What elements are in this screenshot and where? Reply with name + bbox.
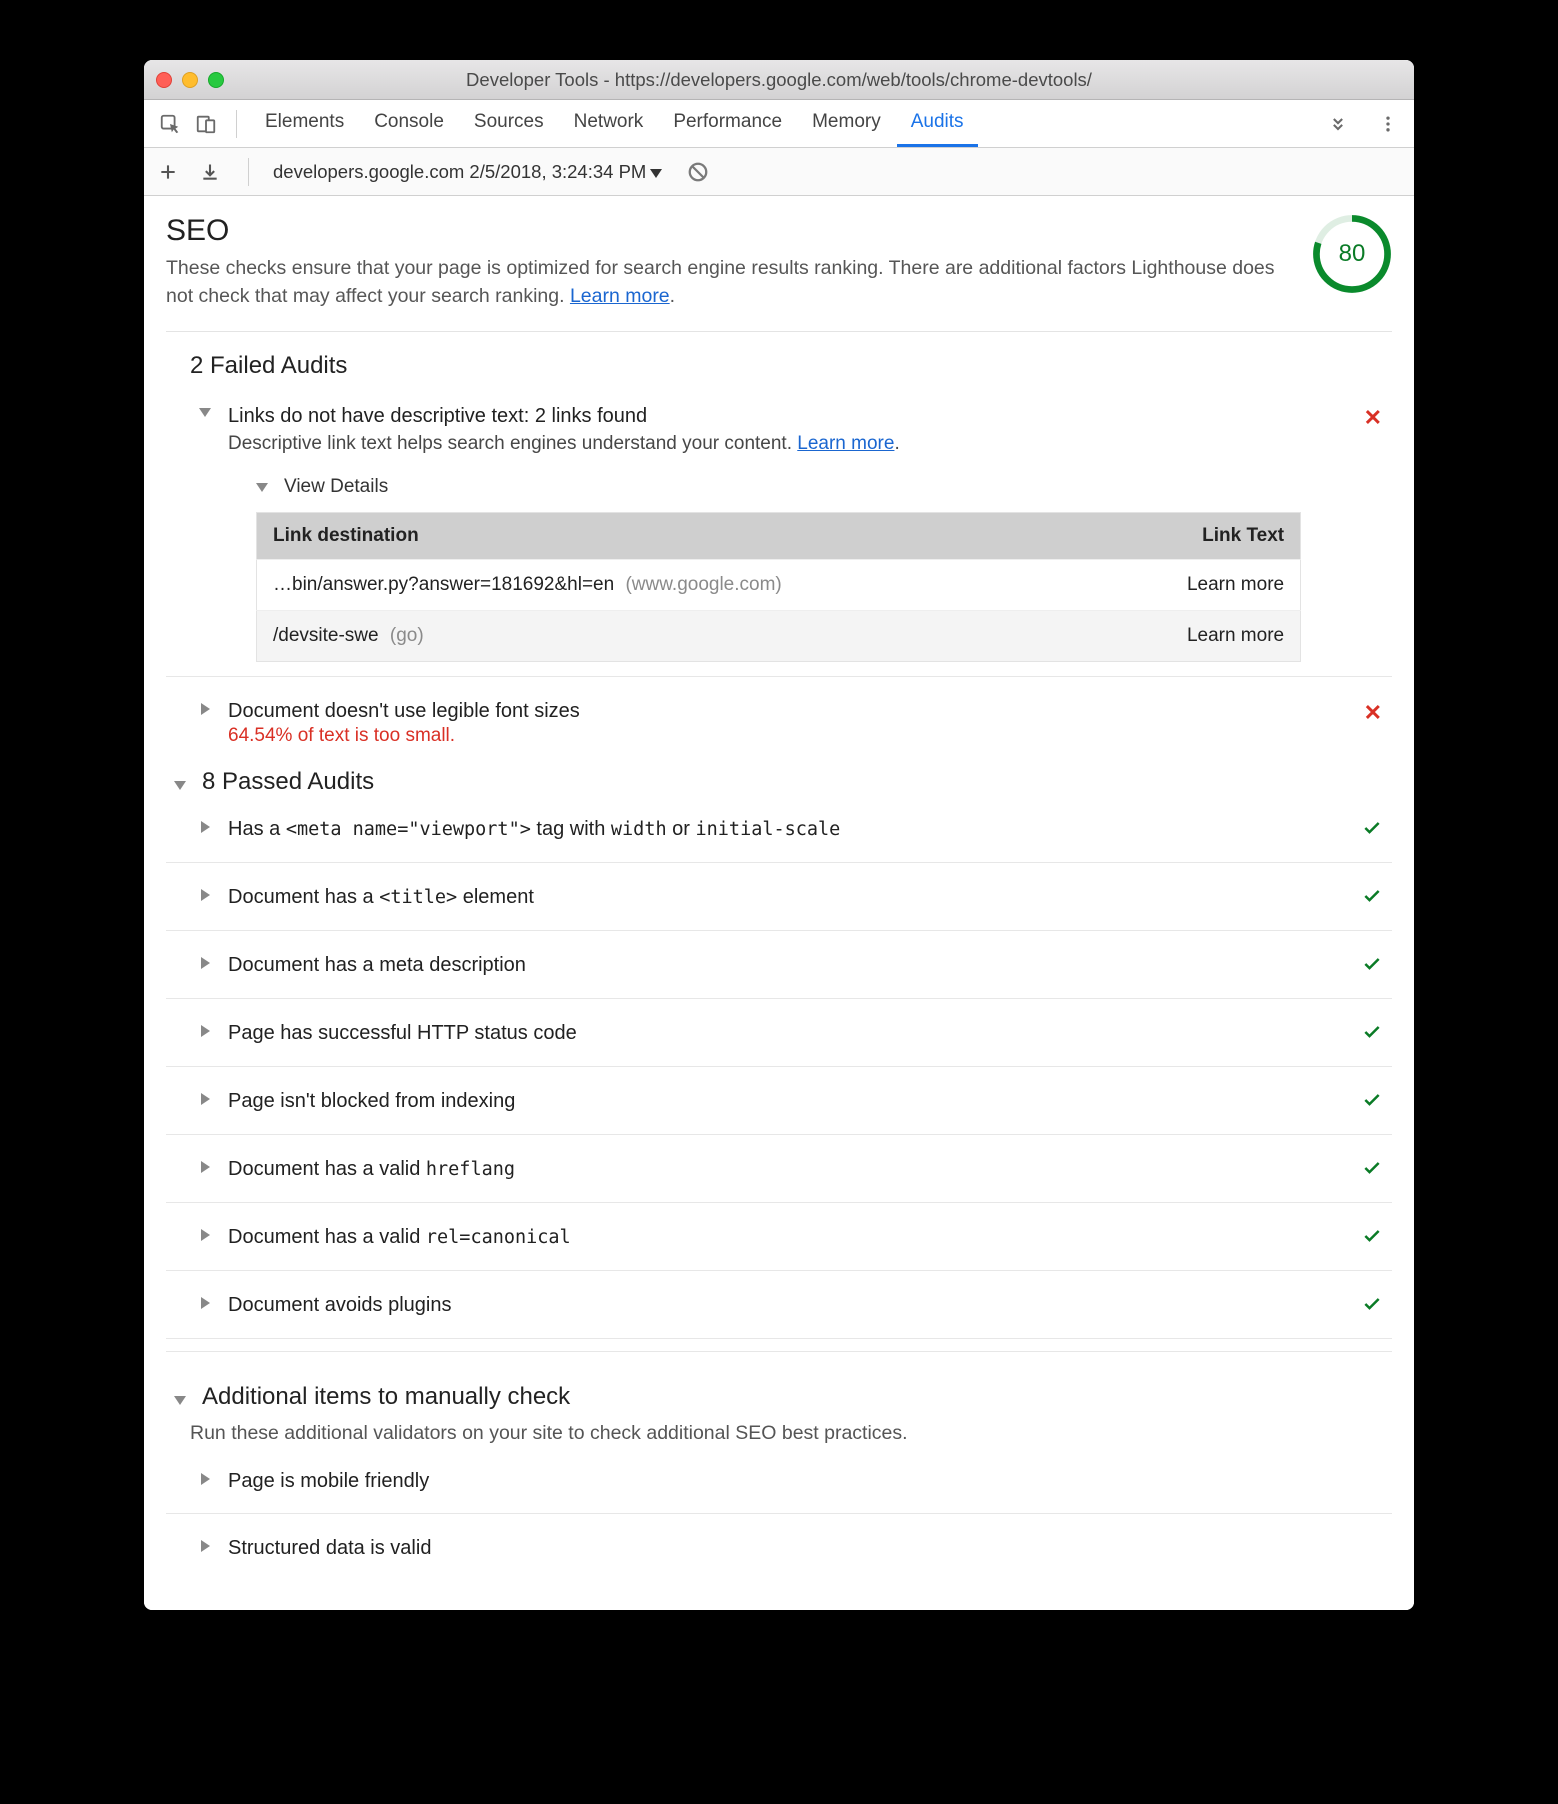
audit-title: Document has a valid hreflang (228, 1155, 1340, 1183)
audit-details-table: Link destination Link Text …bin/answer.p… (256, 512, 1301, 662)
audit-title: Document has a valid rel=canonical (228, 1223, 1340, 1251)
audit-title: Document doesn't use legible font sizes (228, 697, 1340, 725)
disclosure-toggle[interactable] (202, 1467, 216, 1485)
divider (248, 158, 249, 186)
tab-performance[interactable]: Performance (659, 101, 796, 147)
tab-memory[interactable]: Memory (798, 101, 895, 147)
disclosure-toggle[interactable] (202, 697, 216, 715)
pass-icon (1362, 957, 1382, 979)
fail-icon: ✕ (1364, 700, 1382, 725)
disclosure-toggle[interactable] (202, 951, 216, 969)
disclosure-toggle[interactable] (174, 1384, 194, 1412)
disclosure-toggle[interactable] (202, 815, 216, 833)
audit-title: Has a <meta name="viewport"> tag with wi… (228, 815, 1340, 843)
device-toolbar-icon[interactable] (190, 108, 222, 140)
disclosure-toggle[interactable] (202, 1155, 216, 1173)
manual-checks-description: Run these additional validators on your … (190, 1422, 1392, 1445)
pass-icon (1362, 821, 1382, 843)
pass-icon (1362, 1093, 1382, 1115)
manual-checks-heading: Additional items to manually check (202, 1383, 570, 1411)
window-titlebar: Developer Tools - https://developers.goo… (144, 60, 1414, 100)
score-gauge: 80 (1312, 214, 1392, 294)
failed-audits-heading: 2 Failed Audits (190, 352, 1392, 380)
audit-title: Document has a <title> element (228, 883, 1340, 911)
pass-icon (1362, 889, 1382, 911)
kebab-menu-icon[interactable] (1372, 108, 1404, 140)
col-header-destination: Link destination (257, 513, 1099, 560)
pass-icon (1362, 1297, 1382, 1319)
run-label: developers.google.com 2/5/2018, 3:24:34 … (273, 161, 646, 183)
table-row: /devsite-swe (go)Learn more (257, 611, 1301, 662)
tab-audits[interactable]: Audits (897, 101, 978, 147)
audit-title: Page is mobile friendly (228, 1467, 1340, 1495)
inspect-element-icon[interactable] (154, 108, 186, 140)
tab-elements[interactable]: Elements (251, 101, 358, 147)
new-audit-button[interactable] (154, 158, 182, 186)
dropdown-caret-icon (650, 161, 670, 183)
disclosure-toggle[interactable] (202, 1291, 216, 1309)
passed-audits-heading: 8 Passed Audits (202, 768, 374, 796)
audit-title: Document avoids plugins (228, 1291, 1340, 1319)
col-header-link-text: Link Text (1099, 513, 1301, 560)
audit-title: Document has a meta description (228, 951, 1340, 979)
audit-title: Structured data is valid (228, 1534, 1340, 1562)
audit-title: Page isn't blocked from indexing (228, 1087, 1340, 1115)
disclosure-toggle[interactable] (202, 883, 216, 901)
tab-network[interactable]: Network (560, 101, 658, 147)
pass-icon (1362, 1229, 1382, 1251)
disclosure-toggle[interactable] (202, 1534, 216, 1552)
category-title: SEO (166, 214, 1292, 248)
disclosure-toggle[interactable] (202, 1019, 216, 1037)
pass-icon (1362, 1025, 1382, 1047)
tab-console[interactable]: Console (360, 101, 458, 147)
audit-warning-note: 64.54% of text is too small. (228, 725, 1340, 747)
disclosure-toggle[interactable] (202, 1223, 216, 1241)
run-selector[interactable]: developers.google.com 2/5/2018, 3:24:34 … (273, 161, 670, 183)
tab-sources[interactable]: Sources (460, 101, 558, 147)
more-tabs-chevron-icon[interactable] (1322, 108, 1354, 140)
learn-more-link[interactable]: Learn more (570, 285, 670, 307)
view-details-toggle[interactable]: View Details (256, 476, 1392, 498)
pass-icon (1362, 1161, 1382, 1183)
audit-description: Descriptive link text helps search engin… (228, 430, 1340, 459)
disclosure-toggle[interactable] (174, 769, 194, 797)
clear-audits-icon[interactable] (684, 158, 712, 186)
divider (236, 110, 237, 138)
disclosure-toggle[interactable] (202, 402, 216, 417)
fail-icon: ✕ (1364, 405, 1382, 430)
window-title: Developer Tools - https://developers.goo… (144, 69, 1414, 91)
table-row: …bin/answer.py?answer=181692&hl=en (www.… (257, 560, 1301, 611)
category-description: These checks ensure that your page is op… (166, 254, 1292, 311)
disclosure-toggle[interactable] (202, 1087, 216, 1105)
learn-more-link[interactable]: Learn more (797, 433, 894, 454)
download-report-button[interactable] (196, 158, 224, 186)
audit-title: Links do not have descriptive text: 2 li… (228, 402, 1340, 430)
audit-title: Page has successful HTTP status code (228, 1019, 1340, 1047)
